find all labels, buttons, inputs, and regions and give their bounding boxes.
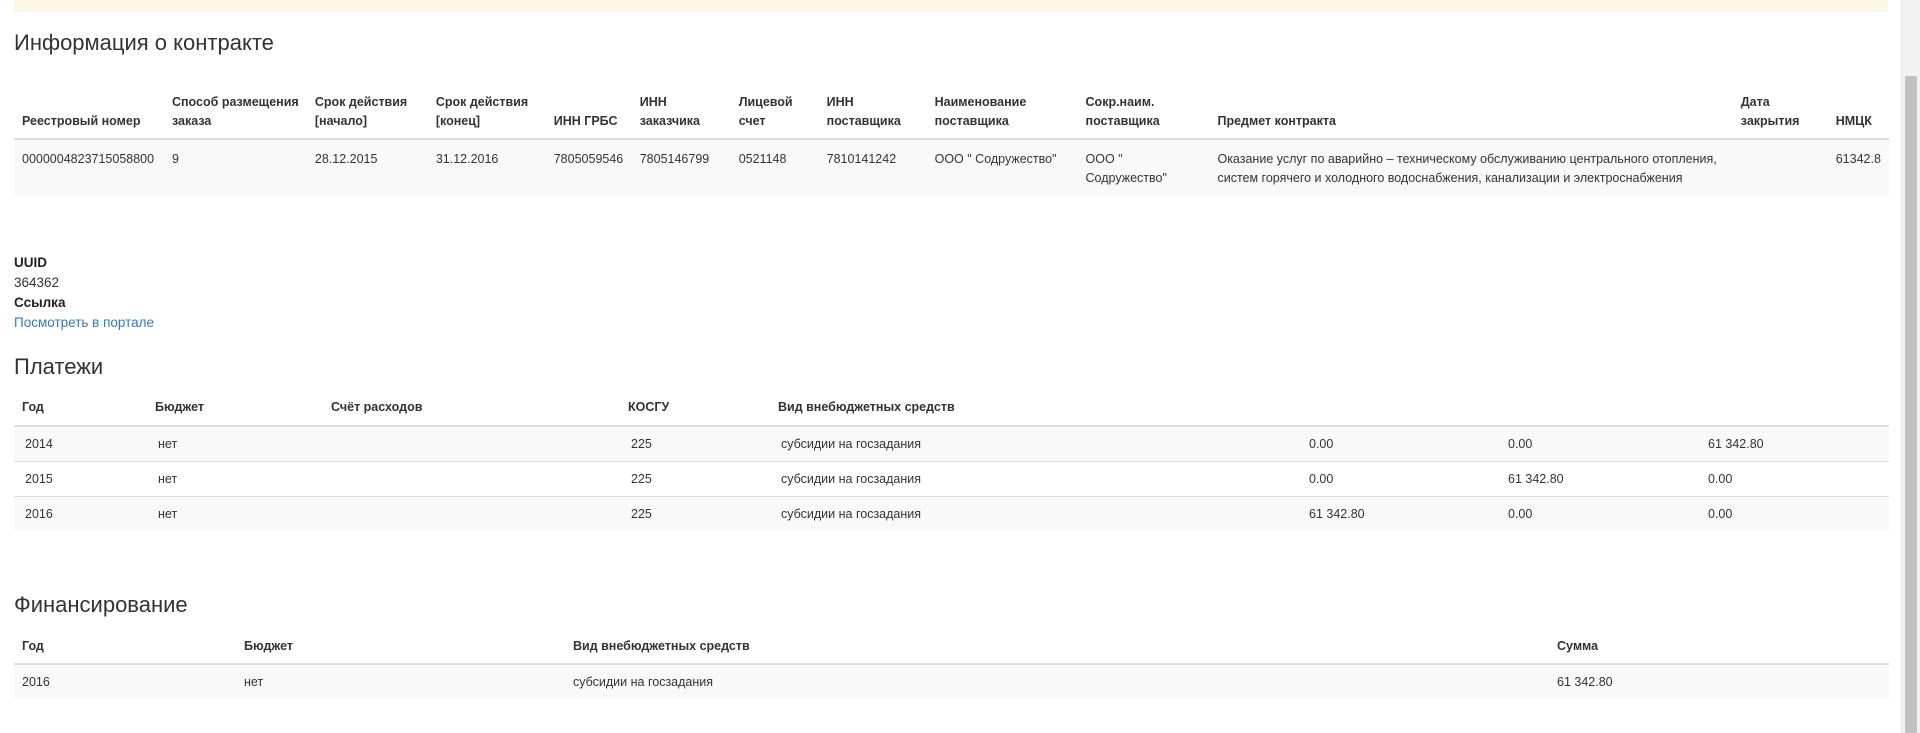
cell: 7805059546	[545, 139, 632, 196]
cell: 61342.8	[1827, 139, 1889, 196]
cell: 0521148	[730, 139, 819, 196]
cell: ООО " Содружество"	[926, 139, 1078, 196]
cell: нет	[236, 664, 565, 699]
col-header: ИНН поставщика	[818, 76, 927, 140]
payments-table: Год Бюджет Счёт расходов КОСГУ Вид внебю…	[14, 396, 1889, 531]
cell: 225	[620, 495, 770, 531]
vertical-scrollbar[interactable]	[1901, 0, 1920, 733]
col-header: Вид внебюджетных средств	[565, 634, 1549, 665]
cell: 2016	[14, 664, 236, 699]
col-header: Сумма	[1549, 634, 1889, 665]
scrollbar-thumb[interactable]	[1905, 76, 1917, 733]
cell: Оказание услуг по аварийно – техническом…	[1209, 139, 1733, 196]
cell: субсидии на госзадания	[565, 664, 1549, 699]
cell: 7810141242	[818, 139, 927, 196]
link-label: Ссылка	[14, 295, 66, 310]
cell: 0.00	[1298, 460, 1497, 496]
cell: 28.12.2015	[306, 139, 428, 196]
contract-section-title: Информация о контракте	[14, 30, 274, 55]
col-header: ИНН заказчика	[631, 76, 731, 140]
cell: ООО " Содружество"	[1077, 139, 1210, 196]
col-header: Вид внебюджетных средств	[770, 396, 1298, 427]
portal-link[interactable]: Посмотреть в портале	[14, 315, 154, 330]
cell	[323, 460, 620, 496]
cell: 0.00	[1298, 425, 1497, 461]
cell: нет	[147, 495, 323, 531]
cell: 2015	[14, 460, 147, 496]
contract-table: Реестровый номер Способ размещения заказ…	[14, 76, 1889, 196]
uuid-value: 364362	[14, 275, 60, 290]
table-row: 2016 нет 225 субсидии на госзадания 61 3…	[14, 495, 1889, 531]
cell: 2016	[14, 495, 147, 531]
col-header: Срок действия [начало]	[306, 76, 428, 140]
col-header: Способ размещения заказа	[163, 76, 307, 140]
financing-header-row: Год Бюджет Вид внебюджетных средств Сумм…	[14, 634, 1889, 665]
cell: нет	[147, 425, 323, 461]
financing-section-title: Финансирование	[14, 592, 188, 617]
table-row: 0000004823715058800 9 28.12.2015 31.12.2…	[14, 139, 1889, 196]
col-header: Бюджет	[236, 634, 565, 665]
col-header: Срок действия [конец]	[427, 76, 546, 140]
col-header	[1298, 396, 1497, 427]
cell: субсидии на госзадания	[770, 495, 1298, 531]
cell: нет	[147, 460, 323, 496]
col-header: Год	[14, 396, 147, 427]
cell: 61 342.80	[1549, 664, 1889, 699]
col-header: НМЦК	[1827, 76, 1889, 140]
cell: 225	[620, 460, 770, 496]
cell: субсидии на госзадания	[770, 425, 1298, 461]
col-header	[1497, 396, 1697, 427]
col-header: Наименование поставщика	[926, 76, 1078, 140]
cell: 61 342.80	[1497, 460, 1697, 496]
col-header: Бюджет	[147, 396, 323, 427]
cell: субсидии на госзадания	[770, 460, 1298, 496]
col-header: Лицевой счет	[730, 76, 819, 140]
col-header: Год	[14, 634, 236, 665]
contract-header-row: Реестровый номер Способ размещения заказ…	[14, 76, 1889, 140]
cell: 9	[163, 139, 307, 196]
cell: 0.00	[1697, 460, 1889, 496]
table-row: 2014 нет 225 субсидии на госзадания 0.00…	[14, 425, 1889, 461]
col-header: Дата закрытия	[1732, 76, 1828, 140]
col-header: Сокр.наим. поставщика	[1077, 76, 1210, 140]
col-header: ИНН ГРБС	[545, 76, 632, 140]
cell: 0.00	[1697, 495, 1889, 531]
cell	[323, 425, 620, 461]
col-header: Реестровый номер	[14, 76, 164, 140]
cell: 2014	[14, 425, 147, 461]
table-row: 2015 нет 225 субсидии на госзадания 0.00…	[14, 460, 1889, 496]
cell: 0.00	[1497, 425, 1697, 461]
table-row: 2016 нет субсидии на госзадания 61 342.8…	[14, 664, 1889, 699]
cell: 0000004823715058800	[14, 139, 164, 196]
uuid-label: UUID	[14, 255, 47, 270]
col-header: Счёт расходов	[323, 396, 620, 427]
cell: 61 342.80	[1697, 425, 1889, 461]
cell	[323, 495, 620, 531]
contract-meta: UUID 364362 Ссылка Посмотреть в портале	[14, 253, 154, 333]
payments-header-row: Год Бюджет Счёт расходов КОСГУ Вид внебю…	[14, 396, 1889, 427]
cell: 225	[620, 425, 770, 461]
col-header	[1697, 396, 1889, 427]
cell: 7805146799	[631, 139, 731, 196]
payments-section-title: Платежи	[14, 354, 104, 379]
col-header: Предмет контракта	[1209, 76, 1733, 140]
col-header: КОСГУ	[620, 396, 770, 427]
financing-table: Год Бюджет Вид внебюджетных средств Сумм…	[14, 634, 1889, 699]
cell: 31.12.2016	[427, 139, 546, 196]
cell: 61 342.80	[1298, 495, 1497, 531]
alert-banner	[14, 0, 1888, 12]
cell: 0.00	[1497, 495, 1697, 531]
cell	[1732, 139, 1828, 196]
